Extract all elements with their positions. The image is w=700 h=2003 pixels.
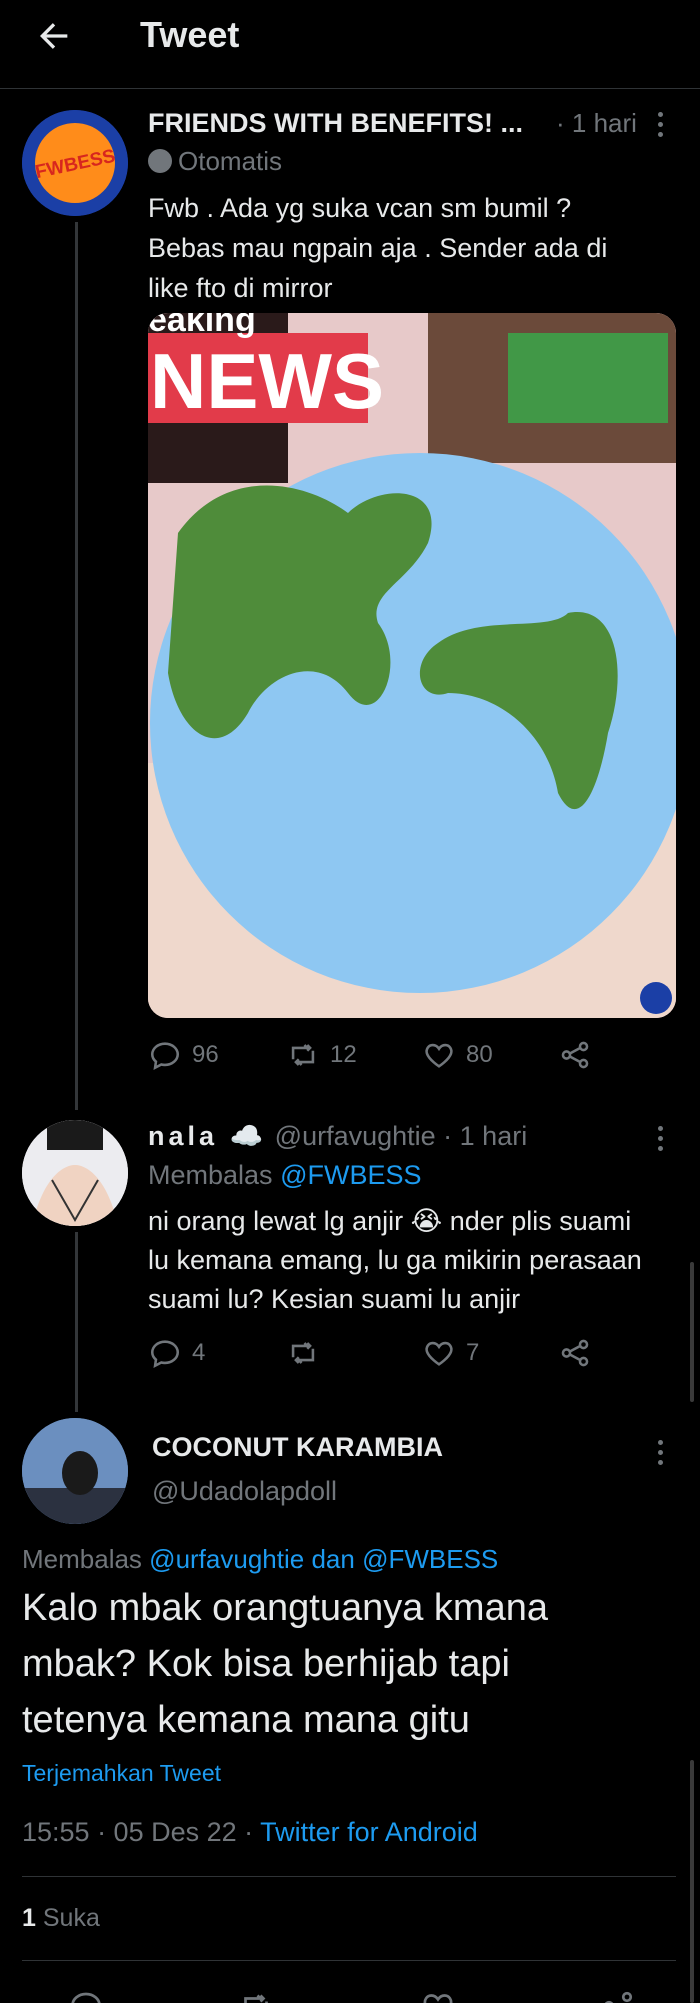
more-options-icon[interactable]: [648, 1434, 673, 1471]
share-icon: [561, 1041, 589, 1069]
handle-and-time[interactable]: @urfavughtie · 1 hari: [275, 1121, 528, 1151]
timestamp[interactable]: · 1 hari: [556, 108, 637, 139]
retweet-button[interactable]: [286, 1336, 330, 1370]
display-name[interactable]: FRIENDS WITH BENEFITS! ...: [148, 108, 523, 139]
retweet-button[interactable]: 12: [286, 1038, 357, 1072]
tweet-text: ni orang lewat lg anjir 😭 nder plis suam…: [148, 1206, 642, 1314]
reply-icon[interactable]: [68, 1988, 104, 2003]
tweet-meta: 15:55 · 05 Des 22 · Twitter for Android: [22, 1817, 478, 1848]
avatar-image: [22, 1418, 128, 1524]
divider: [22, 1876, 676, 1877]
divider: [22, 1960, 676, 1961]
svg-text:eaking: eaking: [148, 313, 256, 339]
scrollbar[interactable]: [690, 1262, 694, 1402]
robot-icon: [148, 149, 172, 173]
mention-link[interactable]: @FWBESS: [280, 1160, 421, 1190]
tweet-media[interactable]: eaking NEWS: [148, 313, 676, 1018]
like-button[interactable]: 7: [422, 1336, 479, 1370]
mention-link[interactable]: @FWBESS: [362, 1544, 498, 1574]
heart-icon: [425, 1341, 453, 1366]
heart-icon[interactable]: [420, 1988, 456, 2003]
translate-link[interactable]: Terjemahkan Tweet: [22, 1760, 221, 1787]
arrow-left-icon[interactable]: [34, 16, 74, 56]
svg-text:NEWS: NEWS: [150, 337, 384, 425]
retweet-icon[interactable]: [238, 1988, 274, 2003]
top-bar: Tweet: [0, 0, 700, 89]
reply-button[interactable]: 96: [148, 1038, 219, 1072]
share-icon[interactable]: [600, 1988, 636, 2003]
reply-context: Membalas @FWBESS: [148, 1160, 422, 1190]
more-options-icon[interactable]: [648, 1120, 673, 1157]
reply-icon: [150, 1340, 180, 1369]
automated-label: Otomatis: [148, 146, 282, 177]
likes-count[interactable]: 1 Suka: [22, 1904, 100, 1933]
display-name[interactable]: nala ☁️: [148, 1121, 267, 1151]
avatar[interactable]: [22, 1418, 128, 1524]
display-name[interactable]: COCONUT KARAMBIA: [152, 1432, 443, 1463]
reply-context: Membalas @urfavughtie dan @FWBESS: [22, 1544, 499, 1574]
avatar[interactable]: [22, 1120, 128, 1226]
mention-link[interactable]: @urfavughtie: [149, 1544, 304, 1574]
like-button[interactable]: 80: [422, 1038, 493, 1072]
thread-line: [75, 1232, 78, 1412]
avatar-image: [22, 1120, 128, 1226]
retweet-icon: [291, 1342, 315, 1364]
user-handle[interactable]: @Udadolapdoll: [152, 1476, 337, 1507]
heart-icon: [425, 1043, 453, 1068]
tweet-actions: 4 7: [148, 1336, 648, 1376]
avatar[interactable]: FWBESS: [22, 110, 128, 216]
source-link[interactable]: Twitter for Android: [260, 1817, 478, 1847]
thread-line: [75, 222, 78, 1110]
tweet-text: Fwb . Ada yg suka vcan sm bumil ? Bebas …: [148, 193, 608, 303]
share-button[interactable]: [558, 1038, 592, 1072]
page-title: Tweet: [140, 14, 240, 55]
share-button[interactable]: [558, 1336, 592, 1370]
reply-button[interactable]: 4: [148, 1336, 205, 1370]
reply-icon: [150, 1042, 180, 1071]
scrollbar[interactable]: [690, 1760, 694, 2003]
media-image: eaking NEWS: [148, 313, 676, 1018]
main-tweet-actions: [0, 1988, 700, 2003]
share-icon: [561, 1339, 589, 1367]
fwbess-logo: FWBESS: [22, 110, 128, 216]
tweet-actions: 96 12 80: [148, 1038, 648, 1078]
retweet-icon: [291, 1044, 315, 1066]
tweet-text: Kalo mbak orangtuanya kmana mbak? Kok bi…: [22, 1587, 548, 1741]
tweet-header: nala ☁️ @urfavughtie · 1 hari: [148, 1120, 527, 1152]
more-options-icon[interactable]: [648, 106, 673, 143]
timestamp[interactable]: 15:55 · 05 Des 22 ·: [22, 1817, 253, 1847]
